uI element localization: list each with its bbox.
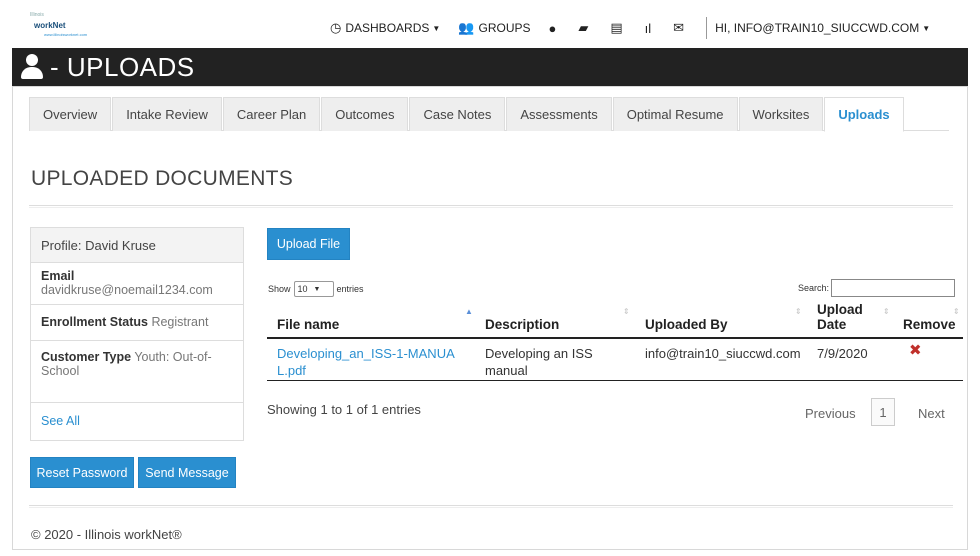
nav-dashboards-label: DASHBOARDS bbox=[345, 21, 430, 35]
col-uploaded-by[interactable]: Uploaded By bbox=[645, 317, 728, 332]
tab-outcomes[interactable]: Outcomes bbox=[321, 97, 409, 131]
logo-line-1: Illinois bbox=[30, 12, 44, 18]
bar-chart-icon: ıl bbox=[644, 20, 652, 36]
main-nav: ◷ DASHBOARDS ▼ 👥 GROUPS ● ▰ ▤ ıl ✉ HI, I… bbox=[330, 8, 948, 48]
user-greeting: HI, INFO@TRAIN10_SIUCCWD.COM bbox=[715, 21, 920, 35]
col-description[interactable]: Description bbox=[485, 317, 559, 332]
see-all-link[interactable]: See All bbox=[31, 403, 243, 440]
top-navbar: Illinois workNet www.illinoisworknet.com… bbox=[12, 8, 968, 48]
page-title: - UPLOADS bbox=[50, 51, 195, 82]
sort-icon: ⇕ bbox=[883, 307, 890, 316]
list-icon: ▤ bbox=[610, 20, 623, 35]
illinois-worknet-logo[interactable]: Illinois workNet www.illinoisworknet.com bbox=[30, 12, 90, 42]
enrollment-value: Registrant bbox=[151, 315, 209, 329]
show-label: Show bbox=[268, 284, 291, 294]
section-title: UPLOADED DOCUMENTS bbox=[31, 167, 294, 190]
entries-label: entries bbox=[336, 284, 364, 294]
table-info: Showing 1 to 1 of 1 entries bbox=[267, 402, 421, 417]
sort-asc-icon: ▲ bbox=[465, 307, 473, 316]
clock-icon: ◷ bbox=[330, 20, 342, 35]
enrollment-label: Enrollment Status bbox=[41, 315, 148, 329]
search-label: Search: bbox=[798, 283, 830, 293]
table-header: File name ▲ Description ⇕ Uploaded By ⇕ … bbox=[267, 301, 963, 339]
sort-icon: ⇕ bbox=[795, 307, 802, 316]
tab-intake-review[interactable]: Intake Review bbox=[112, 97, 222, 131]
upload-file-button[interactable]: Upload File bbox=[267, 228, 350, 260]
previous-page-button[interactable]: Previous bbox=[805, 398, 856, 428]
logo-line-2: workNet bbox=[34, 21, 66, 30]
user-icon: ● bbox=[548, 20, 557, 36]
customer-type-label: Customer Type bbox=[41, 350, 132, 364]
send-message-button[interactable]: Send Message bbox=[138, 457, 236, 488]
col-upload-date[interactable]: Upload Date bbox=[817, 302, 867, 332]
folder-icon: ▰ bbox=[578, 20, 589, 35]
file-name-cell: Developing_an_ISS-1-MANUAL.pdf bbox=[277, 345, 457, 379]
footer-copyright: © 2020 - Illinois workNet® bbox=[31, 527, 182, 542]
table-search: Search: bbox=[798, 279, 956, 297]
nav-list[interactable]: ▤ bbox=[610, 20, 626, 36]
profile-card: Profile: David Kruse Email davidkruse@no… bbox=[30, 227, 244, 441]
group-icon: 👥 bbox=[458, 20, 475, 35]
page-1-button[interactable]: 1 bbox=[871, 398, 895, 426]
divider bbox=[29, 205, 953, 208]
sort-icon: ⇕ bbox=[623, 307, 630, 316]
nav-separator bbox=[706, 17, 708, 39]
profile-header: Profile: David Kruse bbox=[31, 228, 243, 263]
sort-icon: ⇕ bbox=[953, 307, 960, 316]
description-cell: Developing an ISS manual bbox=[485, 346, 593, 378]
profile-customer-type-row: Customer Type Youth: Out-of-School bbox=[31, 341, 243, 403]
nav-stats[interactable]: ıl bbox=[645, 21, 656, 36]
nav-groups-label: GROUPS bbox=[478, 21, 531, 35]
nav-groups[interactable]: 👥 GROUPS bbox=[458, 20, 530, 36]
person-icon bbox=[20, 53, 44, 81]
tab-career-plan[interactable]: Career Plan bbox=[222, 97, 321, 131]
tab-assessments[interactable]: Assessments bbox=[506, 97, 612, 131]
envelope-icon: ✉ bbox=[673, 20, 685, 35]
tab-overview[interactable]: Overview bbox=[29, 97, 112, 131]
entries-length-control: Show 10 ▼ entries bbox=[268, 281, 364, 297]
uploaded-by-cell: info@train10_siuccwd.com bbox=[645, 346, 801, 361]
tab-bar: Overview Intake Review Career Plan Outco… bbox=[29, 97, 949, 132]
tab-case-notes[interactable]: Case Notes bbox=[409, 97, 506, 131]
profile-enrollment-row: Enrollment Status Registrant bbox=[31, 305, 243, 341]
nav-folder[interactable]: ▰ bbox=[578, 20, 592, 36]
file-link[interactable]: Developing_an_ISS-1-MANUAL.pdf bbox=[277, 346, 455, 378]
nav-dashboards[interactable]: ◷ DASHBOARDS ▼ bbox=[330, 20, 440, 36]
tab-uploads[interactable]: Uploads bbox=[824, 97, 904, 132]
table-row: Developing_an_ISS-1-MANUAL.pdf Developin… bbox=[267, 339, 963, 381]
search-input[interactable] bbox=[831, 279, 956, 297]
col-remove[interactable]: Remove bbox=[903, 317, 956, 332]
remove-x-icon[interactable]: ✖ bbox=[909, 342, 922, 359]
tab-worksites[interactable]: Worksites bbox=[738, 97, 824, 131]
chevron-down-icon: ▼ bbox=[313, 285, 321, 293]
email-value: davidkruse@noemail1234.com bbox=[41, 283, 213, 297]
email-label: Email bbox=[41, 269, 75, 283]
entries-select[interactable]: 10 ▼ bbox=[293, 281, 334, 297]
uploads-table: File name ▲ Description ⇕ Uploaded By ⇕ … bbox=[267, 301, 963, 381]
reset-password-button[interactable]: Reset Password bbox=[30, 457, 134, 488]
col-file-name[interactable]: File name bbox=[277, 317, 339, 332]
footer-divider bbox=[29, 505, 953, 508]
main-panel: Overview Intake Review Career Plan Outco… bbox=[12, 86, 968, 550]
page-title-bar: - UPLOADS bbox=[12, 48, 968, 86]
tab-optimal-resume[interactable]: Optimal Resume bbox=[612, 97, 738, 131]
logo-line-3: www.illinoisworknet.com bbox=[44, 32, 88, 37]
upload-date-cell: 7/9/2020 bbox=[817, 346, 868, 361]
caret-down-icon: ▼ bbox=[922, 23, 931, 33]
next-page-button[interactable]: Next bbox=[918, 398, 945, 428]
entries-select-value: 10 bbox=[297, 284, 308, 294]
nav-profile[interactable]: ● bbox=[549, 21, 561, 36]
profile-email-row: Email davidkruse@noemail1234.com bbox=[31, 263, 243, 305]
nav-user-menu[interactable]: HI, INFO@TRAIN10_SIUCCWD.COM ▼ bbox=[715, 21, 930, 35]
nav-messages[interactable]: ✉ bbox=[673, 20, 688, 36]
caret-down-icon: ▼ bbox=[432, 23, 441, 33]
